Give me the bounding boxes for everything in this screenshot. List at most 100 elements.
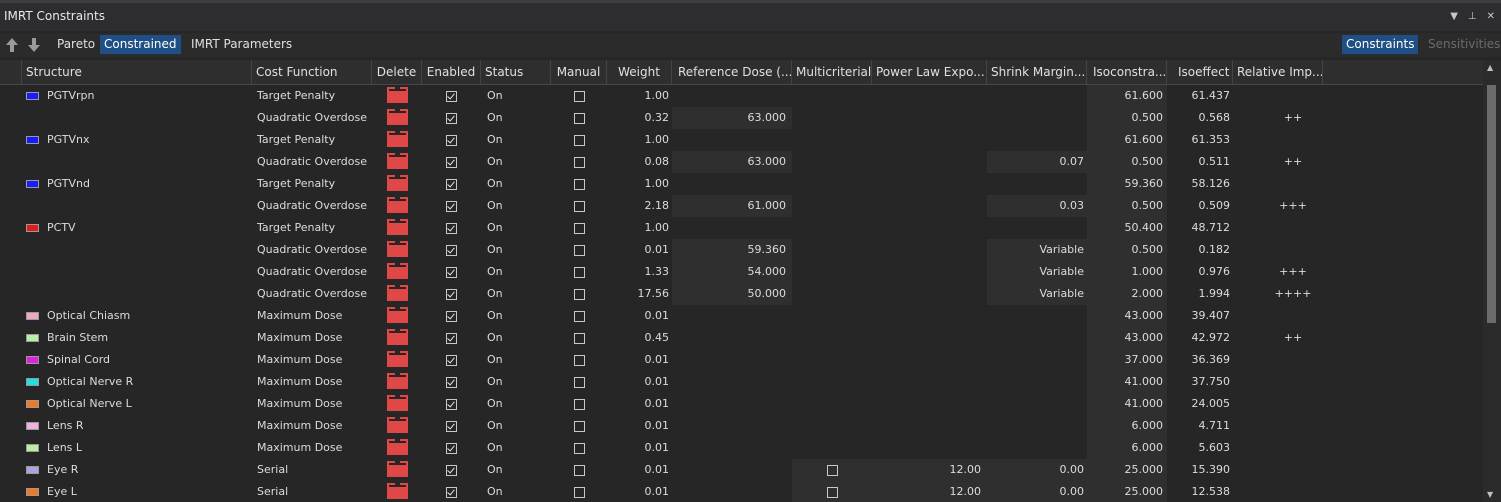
manual-checkbox[interactable] <box>573 486 585 498</box>
enabled-checkbox[interactable] <box>446 178 457 190</box>
power-law-exponent-cell[interactable] <box>872 305 987 327</box>
table-row[interactable]: Quadratic Overdose On 0.08 63.000 0.07 0.500 0… <box>0 151 1483 173</box>
table-row[interactable]: Lens L▼Maximum Dose On 0.01 6.000 5.603 <box>0 437 1483 459</box>
isoconstraint-cell[interactable]: 2.000 <box>1087 283 1167 305</box>
isoconstraint-cell[interactable]: 25.000 <box>1087 481 1167 502</box>
cost-function-cell[interactable]: Maximum Dose <box>252 349 372 371</box>
reference-dose-cell[interactable]: 63.000 <box>672 151 792 173</box>
shrink-margin-cell[interactable]: 0.03 <box>987 195 1087 217</box>
isoconstraint-cell[interactable]: 0.500 <box>1087 107 1167 129</box>
cost-function-cell[interactable]: Maximum Dose <box>252 393 372 415</box>
table-row[interactable]: Eye R▼Serial On 0.01 12.000.0025.000 15.390 <box>0 459 1483 481</box>
shrink-margin-cell[interactable] <box>987 393 1087 415</box>
table-row[interactable]: PGTVnd▼Target Penalty On 1.00 59.360 58.126 <box>0 173 1483 195</box>
multicriterial-checkbox[interactable] <box>826 486 838 498</box>
delete-icon[interactable] <box>386 285 408 301</box>
reference-dose-cell[interactable] <box>672 415 792 437</box>
sensitivities-tab[interactable]: Sensitivities <box>1424 35 1501 54</box>
power-law-exponent-cell[interactable]: 12.00 <box>872 459 987 481</box>
weight-cell[interactable]: 0.01 <box>607 239 672 261</box>
manual-checkbox[interactable] <box>573 244 585 256</box>
reference-dose-cell[interactable] <box>672 173 792 195</box>
manual-checkbox[interactable] <box>573 420 585 432</box>
power-law-exponent-cell[interactable] <box>872 129 987 151</box>
reference-dose-cell[interactable] <box>672 129 792 151</box>
table-row[interactable]: Optical Nerve R▼Maximum Dose On 0.01 41.000… <box>0 371 1483 393</box>
shrink-margin-cell[interactable]: Variable <box>987 261 1087 283</box>
dropdown-menu-icon[interactable]: ▼ <box>1450 11 1458 22</box>
multicriterial-checkbox[interactable] <box>826 464 838 476</box>
power-law-exponent-cell[interactable] <box>872 107 987 129</box>
structure-cell[interactable]: Eye R▼ <box>22 459 252 481</box>
weight-cell[interactable]: 17.56 <box>607 283 672 305</box>
power-law-exponent-cell[interactable] <box>872 283 987 305</box>
col-weight[interactable]: Weight <box>607 60 672 84</box>
structure-cell[interactable] <box>22 283 252 305</box>
isoconstraint-cell[interactable]: 41.000 <box>1087 393 1167 415</box>
reference-dose-cell[interactable] <box>672 327 792 349</box>
structure-cell[interactable]: Eye L▼ <box>22 481 252 502</box>
power-law-exponent-cell[interactable] <box>872 393 987 415</box>
col-reference-dose[interactable]: Reference Dose (... <box>672 60 792 84</box>
pin-icon[interactable]: ⊥ <box>1468 11 1477 22</box>
isoconstraint-cell[interactable]: 6.000 <box>1087 415 1167 437</box>
delete-icon[interactable] <box>386 439 408 455</box>
weight-cell[interactable]: 0.32 <box>607 107 672 129</box>
isoconstraint-cell[interactable]: 50.400 <box>1087 217 1167 239</box>
structure-cell[interactable]: PGTVnd▼ <box>22 173 252 195</box>
scrollbar-thumb[interactable] <box>1487 85 1496 323</box>
manual-checkbox[interactable] <box>573 112 585 124</box>
manual-checkbox[interactable] <box>573 178 585 190</box>
cost-function-cell[interactable]: Maximum Dose <box>252 437 372 459</box>
enabled-checkbox[interactable] <box>446 266 457 278</box>
delete-icon[interactable] <box>386 329 408 345</box>
col-cost-function[interactable]: Cost Function <box>252 60 372 84</box>
structure-cell[interactable] <box>22 239 252 261</box>
manual-checkbox[interactable] <box>573 398 585 410</box>
enabled-checkbox[interactable] <box>446 420 457 432</box>
structure-cell[interactable]: PGTVrpn▼ <box>22 85 252 107</box>
reference-dose-cell[interactable] <box>672 217 792 239</box>
power-law-exponent-cell[interactable] <box>872 239 987 261</box>
shrink-margin-cell[interactable] <box>987 107 1087 129</box>
reference-dose-cell[interactable] <box>672 305 792 327</box>
structure-cell[interactable]: Optical Nerve L▼ <box>22 393 252 415</box>
enabled-checkbox[interactable] <box>446 222 457 234</box>
manual-checkbox[interactable] <box>573 376 585 388</box>
manual-checkbox[interactable] <box>573 442 585 454</box>
shrink-margin-cell[interactable] <box>987 85 1087 107</box>
shrink-margin-cell[interactable]: 0.00 <box>987 459 1087 481</box>
delete-icon[interactable] <box>386 395 408 411</box>
cost-function-cell[interactable]: Maximum Dose <box>252 327 372 349</box>
close-icon[interactable]: ✕ <box>1487 11 1495 22</box>
reference-dose-cell[interactable] <box>672 371 792 393</box>
delete-icon[interactable] <box>386 109 408 125</box>
weight-cell[interactable]: 0.01 <box>607 393 672 415</box>
table-row[interactable]: Eye L▼Serial On 0.01 12.000.0025.000 12.538 <box>0 481 1483 502</box>
shrink-margin-cell[interactable] <box>987 173 1087 195</box>
col-enabled[interactable]: Enabled <box>422 60 481 84</box>
shrink-margin-cell[interactable]: 0.00 <box>987 481 1087 502</box>
reference-dose-cell[interactable] <box>672 459 792 481</box>
enabled-checkbox[interactable] <box>446 486 457 498</box>
scroll-down-icon[interactable]: ▼ <box>1487 490 1493 499</box>
delete-icon[interactable] <box>386 351 408 367</box>
move-up-arrow-icon[interactable] <box>5 36 19 54</box>
isoconstraint-cell[interactable]: 6.000 <box>1087 437 1167 459</box>
isoconstraint-cell[interactable]: 37.000 <box>1087 349 1167 371</box>
cost-function-cell[interactable]: Target Penalty <box>252 85 372 107</box>
shrink-margin-cell[interactable] <box>987 305 1087 327</box>
enabled-checkbox[interactable] <box>446 376 457 388</box>
cost-function-cell[interactable]: Quadratic Overdose <box>252 283 372 305</box>
delete-icon[interactable] <box>386 153 408 169</box>
col-status[interactable]: Status <box>481 60 551 84</box>
weight-cell[interactable]: 0.01 <box>607 305 672 327</box>
reference-dose-cell[interactable]: 54.000 <box>672 261 792 283</box>
structure-cell[interactable]: Optical Nerve R▼ <box>22 371 252 393</box>
table-row[interactable]: Optical Chiasm▼Maximum Dose On 0.01 43.000 3… <box>0 305 1483 327</box>
table-row[interactable]: Optical Nerve L▼Maximum Dose On 0.01 41.000… <box>0 393 1483 415</box>
structure-cell[interactable]: Spinal Cord▼ <box>22 349 252 371</box>
isoconstraint-cell[interactable]: 43.000 <box>1087 327 1167 349</box>
structure-cell[interactable]: Lens R▼ <box>22 415 252 437</box>
power-law-exponent-cell[interactable] <box>872 195 987 217</box>
